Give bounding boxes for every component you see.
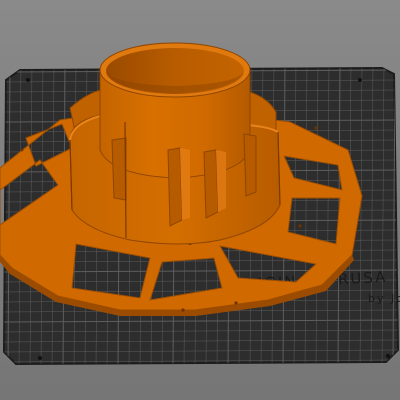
bed-screw xyxy=(386,354,390,358)
support-rib[interactable] xyxy=(203,149,219,219)
screw-hole xyxy=(20,148,24,152)
3d-viewport[interactable]: ORIGINAL PRUSA by Jo xyxy=(0,0,400,400)
bed-screw xyxy=(26,78,30,82)
screw-hole xyxy=(234,301,238,305)
bed-screw xyxy=(38,356,42,360)
screw-hole xyxy=(298,224,302,228)
screw-hole xyxy=(181,308,185,312)
bed-logo-line-2: by Jo xyxy=(368,292,400,305)
grid-line xyxy=(0,370,400,372)
screw-hole xyxy=(314,126,318,130)
support-rib[interactable] xyxy=(167,147,183,227)
support-rib[interactable] xyxy=(111,137,127,201)
scene-canvas[interactable]: ORIGINAL PRUSA by Jo xyxy=(0,0,400,400)
support-rib[interactable] xyxy=(243,133,257,197)
bed-screw xyxy=(358,78,362,82)
